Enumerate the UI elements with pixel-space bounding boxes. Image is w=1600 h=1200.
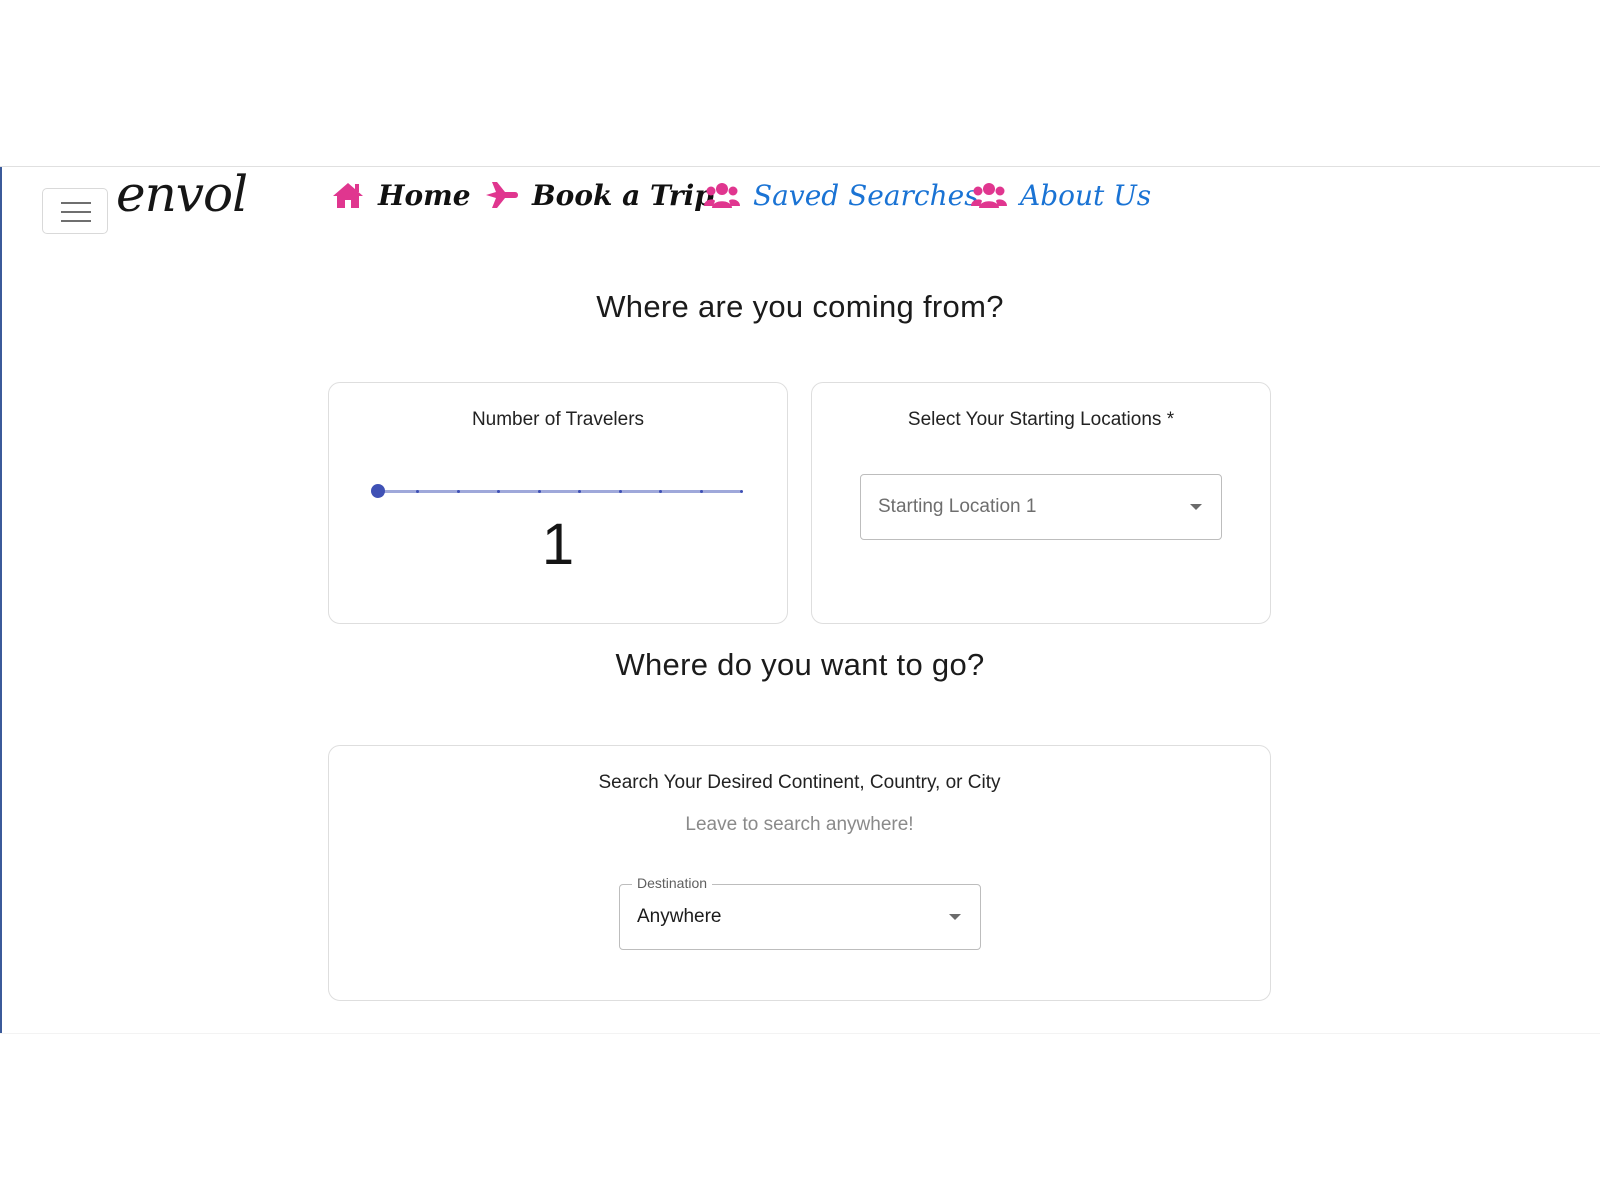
starting-location-card: Select Your Starting Locations * Startin… xyxy=(811,382,1271,624)
nav-book-label: Book a Trip xyxy=(532,178,714,212)
travelers-slider[interactable] xyxy=(371,482,743,502)
slider-step-mark xyxy=(740,490,743,493)
users-icon xyxy=(971,183,1007,208)
nav-saved-searches[interactable]: Saved Searches xyxy=(703,173,979,217)
starting-location-select[interactable]: Starting Location 1 xyxy=(860,474,1222,540)
nav-book-a-trip[interactable]: Book a Trip xyxy=(484,173,714,217)
destination-value: Anywhere xyxy=(637,906,722,927)
travelers-count: 1 xyxy=(541,512,575,577)
starting-location-title: Select Your Starting Locations * xyxy=(907,409,1175,430)
airplane-icon xyxy=(486,182,518,208)
destination-title: Search Your Desired Continent, Country, … xyxy=(598,772,1001,793)
slider-rail xyxy=(377,490,741,493)
hamburger-menu-icon[interactable] xyxy=(42,188,108,234)
starting-location-placeholder: Starting Location 1 xyxy=(878,496,1037,517)
slider-step-mark xyxy=(456,490,460,493)
slider-step-mark xyxy=(699,490,703,493)
destination-heading: Where do you want to go? xyxy=(615,647,985,682)
page: envol Home Book a Trip Saved Searches Ab… xyxy=(0,165,1600,1034)
destination-field-label: Destination xyxy=(632,875,713,891)
chevron-down-icon xyxy=(949,914,961,920)
nav-about-label: About Us xyxy=(1020,178,1152,212)
logo[interactable]: envol xyxy=(116,165,248,223)
slider-step-mark xyxy=(618,490,622,493)
nav-home-label: Home xyxy=(378,178,471,212)
home-icon xyxy=(333,183,363,208)
destination-subtitle: Leave to search anywhere! xyxy=(685,814,914,835)
nav-home[interactable]: Home xyxy=(330,173,471,217)
nav-about-us[interactable]: About Us xyxy=(970,173,1151,217)
destination-select[interactable]: Destination Anywhere xyxy=(619,875,981,950)
users-icon xyxy=(704,183,740,208)
origin-heading: Where are you coming from? xyxy=(596,289,1004,324)
slider-thumb[interactable] xyxy=(371,484,385,498)
destination-card: Search Your Desired Continent, Country, … xyxy=(328,745,1271,1001)
chevron-down-icon xyxy=(1190,504,1202,510)
slider-step-mark xyxy=(537,490,541,493)
nav-saved-label: Saved Searches xyxy=(753,178,979,212)
travelers-card: Number of Travelers 1 xyxy=(328,382,788,624)
travelers-title: Number of Travelers xyxy=(471,409,645,430)
